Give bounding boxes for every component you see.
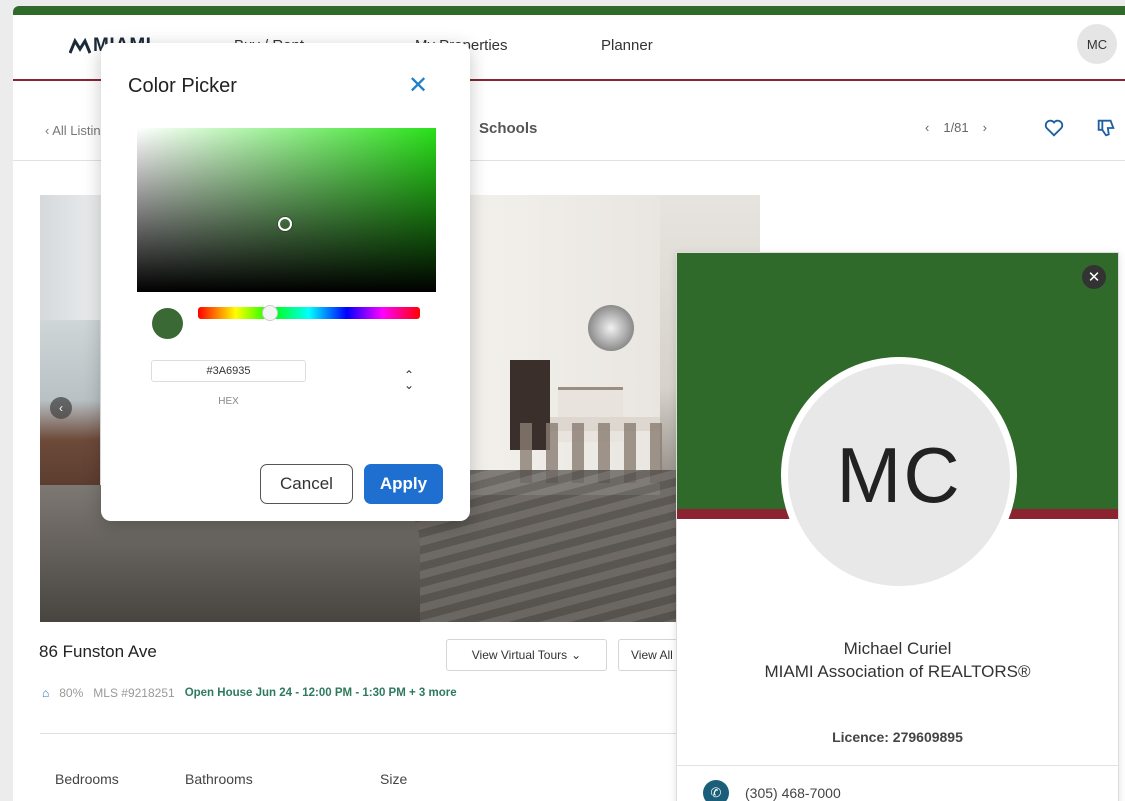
- phone-icon: ✆: [703, 780, 729, 801]
- hue-slider[interactable]: [198, 305, 420, 321]
- agent-name: Michael Curiel: [843, 639, 952, 658]
- tab-schools[interactable]: Schools: [479, 120, 537, 137]
- heart-icon[interactable]: [1043, 117, 1065, 139]
- agent-phone: (305) 468-7000: [745, 785, 841, 801]
- listing-address: 86 Funston Ave: [39, 642, 157, 661]
- close-profile-icon[interactable]: ✕: [1082, 265, 1106, 289]
- apply-button[interactable]: Apply: [364, 464, 443, 504]
- close-icon[interactable]: ✕: [408, 74, 428, 98]
- color-picker-dialog: Color Picker ✕ #3A6935 HEX ⌃ ⌄ Cancel App…: [101, 43, 470, 521]
- divider: [40, 733, 680, 734]
- stat-size: Size: [380, 771, 408, 787]
- match-percent: 80%: [59, 686, 84, 700]
- top-accent-bar: [13, 6, 1125, 15]
- thumbs-down-icon[interactable]: [1095, 117, 1117, 139]
- prev-listing-icon[interactable]: ‹: [925, 120, 929, 135]
- nav-planner[interactable]: Planner: [601, 37, 653, 54]
- next-listing-icon[interactable]: ›: [983, 120, 987, 135]
- listing-pager: ‹ 1/81 ›: [925, 120, 987, 135]
- listing-meta: ⌂ 80% MLS #9218251 Open House Jun 24 - 1…: [42, 686, 457, 700]
- user-avatar[interactable]: MC: [1077, 24, 1117, 64]
- photo-prev-icon[interactable]: ‹: [50, 397, 72, 419]
- agent-phone-row[interactable]: ✆ (305) 468-7000: [703, 780, 841, 801]
- agent-license: Licence: 279609895: [832, 729, 963, 745]
- hex-input[interactable]: #3A6935: [151, 360, 306, 382]
- divider: [677, 765, 1118, 766]
- agent-association: MIAMI Association of REALTORS®: [764, 662, 1031, 681]
- stat-bathrooms: Bathrooms: [185, 771, 253, 787]
- selected-color-swatch: [152, 308, 183, 339]
- sv-cursor[interactable]: [278, 217, 292, 231]
- agent-avatar: MC: [781, 357, 1017, 593]
- agent-profile-card: ✕ MC Michael Curiel MIAMI Association of…: [676, 252, 1119, 801]
- saturation-value-area[interactable]: [137, 128, 436, 292]
- dialog-title: Color Picker: [128, 75, 237, 97]
- chevron-down-icon: ⌄: [571, 648, 582, 662]
- logo-mark-icon: [69, 38, 91, 54]
- virtual-tours-label: View Virtual Tours: [471, 648, 568, 662]
- home-icon: ⌂: [42, 686, 50, 700]
- view-virtual-tours-button[interactable]: View Virtual Tours ⌄: [446, 639, 607, 671]
- view-all-label: View All: [631, 648, 673, 662]
- cancel-button[interactable]: Cancel: [260, 464, 353, 504]
- hex-label: HEX: [218, 396, 239, 407]
- format-toggle-icon[interactable]: ⌃ ⌄: [402, 369, 416, 391]
- hue-slider-handle[interactable]: [262, 305, 278, 321]
- open-house-link[interactable]: Open House Jun 24 - 12:00 PM - 1:30 PM +…: [185, 687, 457, 699]
- mls-number: MLS #9218251: [93, 686, 175, 700]
- stat-bedrooms: Bedrooms: [55, 771, 119, 787]
- pager-count: 1/81: [943, 120, 969, 135]
- agent-name-block: Michael Curiel MIAMI Association of REAL…: [677, 637, 1118, 683]
